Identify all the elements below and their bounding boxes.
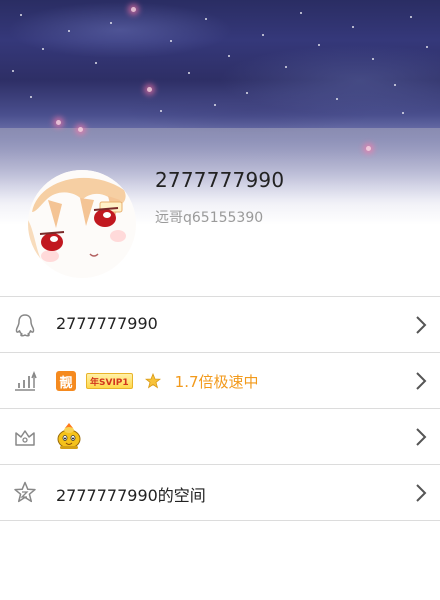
chevron-right-icon	[416, 372, 427, 390]
star	[160, 110, 162, 112]
star	[228, 55, 230, 57]
star	[188, 72, 190, 74]
speed-status: 1.7倍极速中	[174, 372, 259, 391]
star	[318, 44, 320, 46]
star	[372, 58, 374, 60]
star	[285, 66, 287, 68]
profile-menu-list: 2777777990 靓 年SVIP1 1.7倍极速中 2777777990的空…	[0, 296, 440, 521]
vip-info: 靓 年SVIP1 1.7倍极速中	[56, 368, 259, 394]
qzone-label: 2777777990的空间	[56, 486, 206, 505]
chevron-right-icon	[416, 428, 427, 446]
star	[205, 18, 207, 20]
liang-number-badge: 靓	[56, 371, 76, 391]
profile-username: 2777777990	[155, 168, 285, 192]
star	[30, 96, 32, 98]
star	[426, 46, 428, 48]
star	[262, 34, 264, 36]
level-chart-icon	[15, 370, 37, 391]
account-number: 2777777990	[56, 314, 158, 333]
star	[246, 92, 248, 94]
star	[352, 26, 354, 28]
crown-box-icon	[15, 430, 35, 446]
star	[20, 14, 22, 16]
chevron-right-icon	[416, 484, 427, 502]
svip-badge: 年SVIP1	[86, 373, 133, 389]
qzone-row[interactable]: 2777777990的空间	[0, 465, 440, 521]
gold-star-icon	[144, 373, 161, 389]
pink-star	[78, 127, 83, 132]
pink-star	[56, 120, 61, 125]
avatar[interactable]	[28, 170, 136, 278]
star	[68, 30, 70, 32]
star	[402, 112, 404, 114]
account-row[interactable]: 2777777990	[0, 297, 440, 353]
pink-star	[366, 146, 371, 151]
star	[170, 40, 172, 42]
yellow-pet-icon	[57, 423, 81, 449]
anime-girl-avatar-icon	[28, 170, 136, 278]
star	[410, 16, 412, 18]
star-icon	[14, 481, 36, 503]
qq-penguin-icon	[15, 314, 35, 337]
star	[42, 48, 44, 50]
chevron-right-icon	[416, 316, 427, 334]
star	[336, 98, 338, 100]
star	[300, 12, 302, 14]
vip-row[interactable]: 靓 年SVIP1 1.7倍极速中	[0, 353, 440, 409]
star	[95, 62, 97, 64]
star	[12, 70, 14, 72]
star	[214, 104, 216, 106]
profile-header: 2777777990 远哥q65155390	[0, 0, 440, 296]
profile-nickname: 远哥q65155390	[155, 210, 264, 226]
profile-page: 2777777990 远哥q65155390 2777777990 靓 年SVI…	[0, 0, 440, 600]
star	[110, 22, 112, 24]
pink-star	[131, 7, 136, 12]
star	[394, 84, 396, 86]
pet-row[interactable]	[0, 409, 440, 465]
pink-star	[147, 87, 152, 92]
